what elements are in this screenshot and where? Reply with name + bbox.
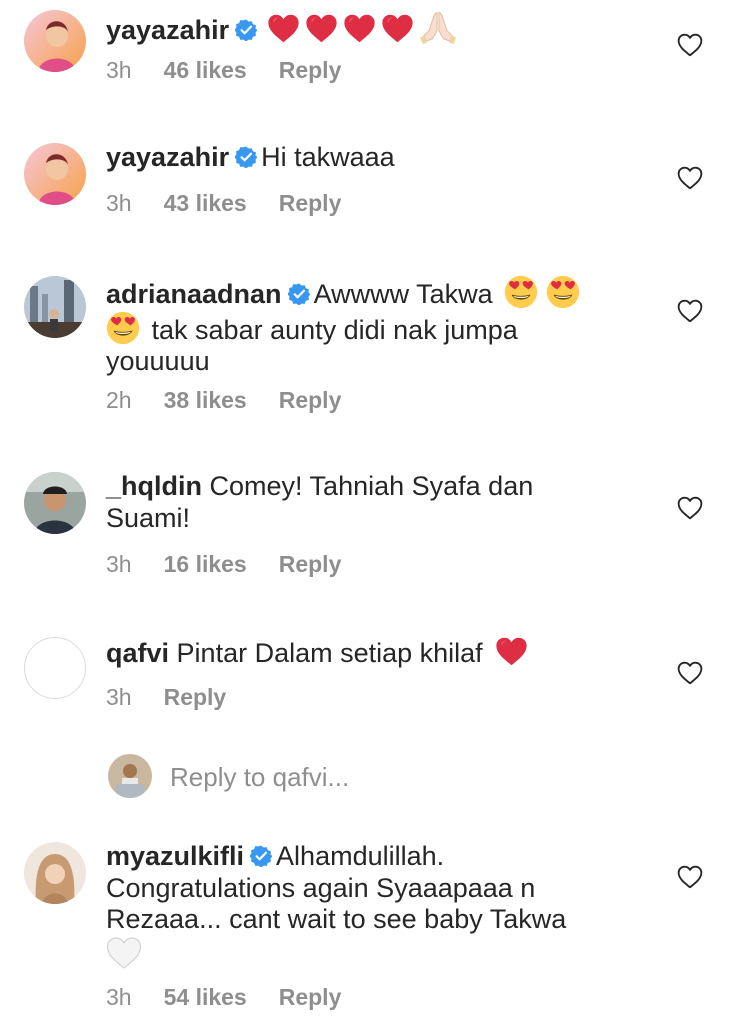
avatar[interactable] [24,10,86,72]
comment-likes[interactable]: 43 likes [164,190,247,216]
heart-eyes-emoji [546,275,580,309]
reply-button[interactable]: Reply [279,57,342,83]
comment-body: adrianaadnan Awwww Takwa tak sabar aunty … [106,275,606,378]
heart-outline-icon[interactable] [677,496,703,520]
comment-text: youuuuu [106,346,210,376]
heart-eyes-emoji [106,311,140,345]
comment-meta: 3h Reply [106,684,258,711]
comment-text: Hi takwaaa [261,142,395,172]
reply-button[interactable]: Reply [279,387,342,413]
comment-meta: 3h 54 likes Reply [106,984,373,1011]
heart-outline-icon[interactable] [677,166,703,190]
heart-outline-icon[interactable] [677,299,703,323]
reply-button[interactable]: Reply [279,984,342,1010]
avatar[interactable] [24,472,86,534]
comment-meta: 3h 46 likes Reply [106,57,373,84]
comment-username[interactable]: myazulkifli [106,841,244,871]
avatar[interactable] [24,842,86,904]
heart-outline-icon[interactable] [677,33,703,57]
comment-likes[interactable]: 16 likes [164,551,247,577]
red-heart-emoji [267,13,300,44]
reply-button[interactable]: Reply [279,551,342,577]
folded-hands-emoji [418,9,458,45]
comment-time: 3h [106,57,132,83]
heart-eyes-emoji [504,275,538,309]
verified-badge-icon [250,845,272,867]
comment-time: 3h [106,190,132,216]
comment-likes[interactable]: 38 likes [164,387,247,413]
comment-text: tak sabar aunty didi nak jumpa [151,314,518,345]
white-heart-emoji [106,936,142,970]
avatar[interactable] [24,276,86,338]
comment-likes[interactable]: 46 likes [164,57,247,83]
reply-button[interactable]: Reply [279,190,342,216]
verified-badge-icon [288,283,310,305]
comment-username[interactable]: adrianaadnan [106,279,282,309]
verified-badge-icon [235,146,257,168]
red-heart-emoji [381,13,414,44]
comment-time: 3h [106,684,132,710]
comment-time: 2h [106,387,132,413]
red-heart-emoji [343,13,376,44]
heart-outline-icon[interactable] [677,865,703,889]
comment-body: yayazahir [106,9,606,47]
avatar [108,754,152,798]
comment-username[interactable]: yayazahir [106,15,229,45]
comment-text: Awwww Takwa [313,279,493,309]
reply-placeholder: Reply to qafvi... [170,762,350,792]
comment-username[interactable]: qafvi [106,638,169,668]
comment-meta: 2h 38 likes Reply [106,387,373,414]
verified-badge-icon [235,19,257,41]
comment-meta: 3h 43 likes Reply [106,190,373,217]
comment-username[interactable]: _hqldin [106,471,202,501]
comment-time: 3h [106,984,132,1010]
comment-body: _hqldin Comey! Tahniah Syafa dan Suami! [106,471,606,534]
comment-time: 3h [106,551,132,577]
comment-body: myazulkifli Alhamdulillah. Congratulation… [106,841,606,972]
avatar[interactable] [24,637,86,699]
red-heart-emoji [495,636,528,667]
comment-text: Pintar Dalam setiap khilaf [176,638,483,668]
comment-body: yayazahir Hi takwaaa [106,142,606,174]
red-heart-emoji [305,13,338,44]
comment-meta: 3h 16 likes Reply [106,551,373,578]
reply-input[interactable]: Reply to qafvi... [106,754,606,800]
comment-likes[interactable]: 54 likes [164,984,247,1010]
comment-username[interactable]: yayazahir [106,142,229,172]
reply-button[interactable]: Reply [164,684,227,710]
heart-outline-icon[interactable] [677,661,703,685]
comment-body: qafvi Pintar Dalam setiap khilaf [106,636,606,670]
avatar[interactable] [24,143,86,205]
